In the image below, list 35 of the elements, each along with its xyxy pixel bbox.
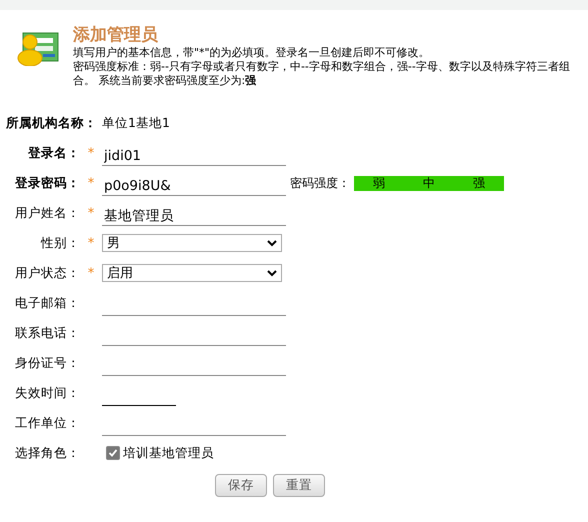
field-label: 身份证号： [14,354,80,372]
checkbox[interactable] [106,446,120,460]
strength-level-text: 中 [422,176,436,190]
field-label: 登录密码： [14,174,80,192]
select-field[interactable]: 男 [102,234,282,252]
field-value: 单位1基地1 [102,114,170,132]
form-button[interactable]: 保存 [215,474,267,497]
strength-level-text: 强 [472,176,486,190]
description-text: 密码强度标准：弱--只有字母或者只有数字，中--字母和数字组合，强--字母、数字以及特殊字符三者组合。 系统当前要求密码强度至少为:强 [73,60,571,88]
field-label: 失效时间： [14,384,80,402]
required-mark: * [88,146,94,160]
field-label: 所属机构名称： [5,114,96,132]
strength-label: 密码强度： [290,174,350,192]
chevron-down-icon [267,270,277,276]
required-mark: * [88,206,94,220]
required-mark: * [88,236,94,250]
user-card-icon [17,30,59,66]
strength-level-text: 弱 [372,176,386,190]
page-title: 添加管理员 [73,24,159,46]
field-label: 登录名： [26,144,80,162]
field-label: 用户状态： [14,264,80,282]
field-label: 性别： [40,234,80,252]
checkbox-label[interactable]: 培训基地管理员 [123,444,214,462]
input-field[interactable]: 基地管理员 [102,206,286,226]
chevron-down-icon [267,240,277,246]
field-label: 选择角色： [14,444,80,462]
description-text: 填写用户的基本信息，带"*"的为必填项。登录名一旦创建后即不可修改。 [73,46,431,60]
field-label: 用户姓名： [14,204,80,222]
field-label: 电子邮箱： [14,294,80,312]
select-field[interactable]: 启用 [102,264,282,282]
field-label: 联系电话： [14,324,80,342]
form-button[interactable]: 重置 [273,474,325,497]
required-mark: * [88,176,94,190]
field-label: 工作单位： [14,414,80,432]
required-mark: * [88,266,94,280]
